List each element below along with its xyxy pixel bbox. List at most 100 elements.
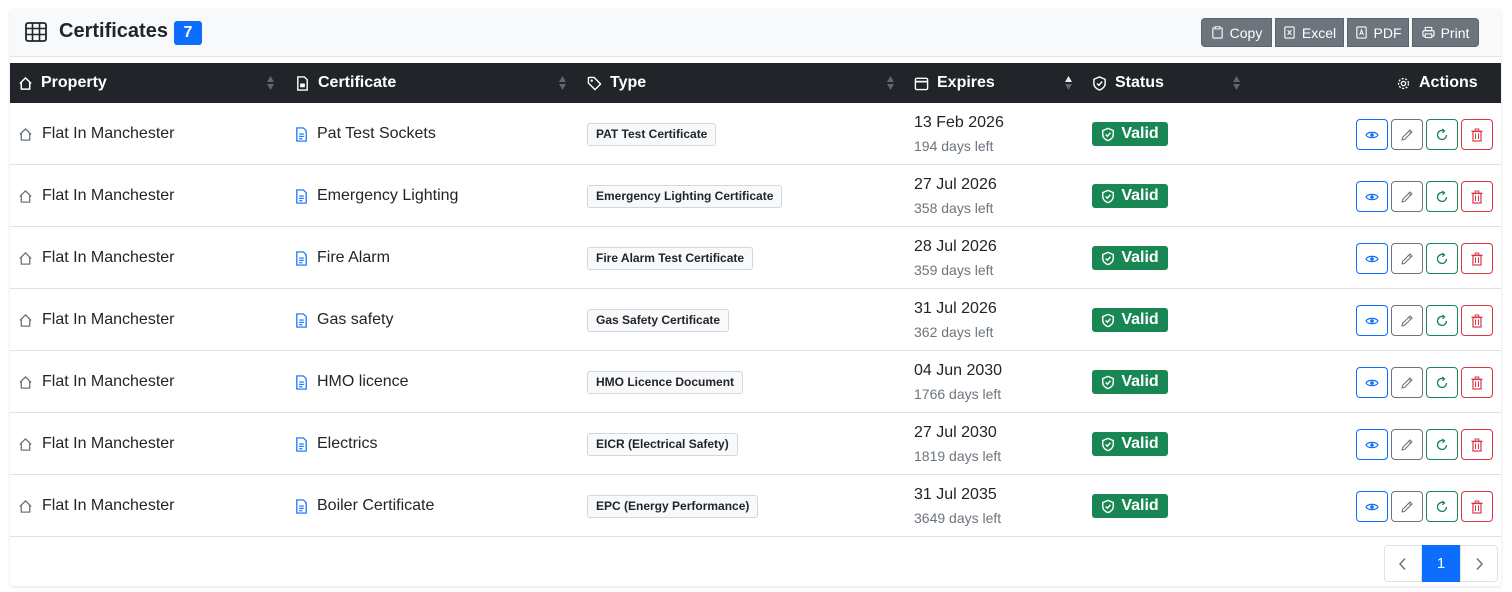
- renew-button[interactable]: [1426, 429, 1458, 460]
- edit-button[interactable]: [1391, 243, 1423, 274]
- view-button[interactable]: [1356, 119, 1388, 150]
- shield-check-icon: [1102, 127, 1115, 141]
- export-button-group: Copy Excel PDF Print: [1201, 18, 1479, 47]
- column-header-expires[interactable]: Expires: [914, 63, 995, 103]
- status-label: Valid: [1121, 187, 1159, 204]
- trash-icon: [1471, 376, 1483, 390]
- pencil-icon: [1401, 500, 1413, 513]
- days-left: 194 days left: [914, 138, 994, 154]
- refresh-icon: [1436, 438, 1448, 450]
- certificate-cell[interactable]: Electrics: [295, 413, 377, 475]
- delete-button[interactable]: [1461, 367, 1493, 398]
- edit-button[interactable]: [1391, 305, 1423, 336]
- certificate-name: Electrics: [317, 435, 378, 452]
- print-button[interactable]: Print: [1412, 18, 1479, 47]
- renew-button[interactable]: [1426, 305, 1458, 336]
- expiry-date: 04 Jun 2030: [914, 362, 1003, 379]
- sort-icon[interactable]: [266, 75, 275, 91]
- next-page-button[interactable]: [1460, 545, 1498, 582]
- property-cell[interactable]: Flat In Manchester: [18, 351, 175, 413]
- renew-button[interactable]: [1426, 491, 1458, 522]
- property-cell[interactable]: Flat In Manchester: [18, 227, 175, 289]
- delete-button[interactable]: [1461, 491, 1493, 522]
- calendar-icon: [914, 77, 929, 90]
- delete-button[interactable]: [1461, 119, 1493, 150]
- column-header-status[interactable]: Status: [1092, 63, 1164, 103]
- table-header: Property Certificate Type Expires Status…: [10, 63, 1501, 103]
- count-badge: 7: [174, 21, 202, 45]
- trash-icon: [1471, 252, 1483, 266]
- status-badge: Valid: [1092, 122, 1168, 146]
- expiry-date: 27 Jul 2030: [914, 424, 997, 441]
- sort-icon[interactable]: [1232, 75, 1241, 91]
- delete-button[interactable]: [1461, 181, 1493, 212]
- page-button-1[interactable]: 1: [1422, 545, 1460, 582]
- table-row: Flat In Manchester Boiler Certificate EPC …: [10, 475, 1501, 537]
- status-badge: Valid: [1092, 308, 1168, 332]
- certificate-cell[interactable]: Boiler Certificate: [295, 475, 434, 537]
- delete-button[interactable]: [1461, 305, 1493, 336]
- days-left: 1766 days left: [914, 386, 1002, 402]
- view-button[interactable]: [1356, 491, 1388, 522]
- certificate-cell[interactable]: Gas safety: [295, 289, 393, 351]
- view-button[interactable]: [1356, 181, 1388, 212]
- edit-button[interactable]: [1391, 367, 1423, 398]
- certificate-cell[interactable]: HMO licence: [295, 351, 409, 413]
- certificate-cell[interactable]: Emergency Lighting: [295, 165, 458, 227]
- edit-button[interactable]: [1391, 181, 1423, 212]
- shield-check-icon: [1102, 375, 1115, 389]
- column-header-certificate[interactable]: Certificate: [295, 63, 396, 103]
- house-icon: [19, 313, 32, 327]
- status-label: Valid: [1121, 311, 1159, 328]
- file-text-icon: [296, 188, 307, 204]
- certificate-cell[interactable]: Pat Test Sockets: [295, 103, 436, 165]
- view-button[interactable]: [1356, 305, 1388, 336]
- status-label: Valid: [1121, 373, 1159, 390]
- property-cell[interactable]: Flat In Manchester: [18, 165, 175, 227]
- renew-button[interactable]: [1426, 367, 1458, 398]
- excel-button[interactable]: Excel: [1275, 18, 1344, 47]
- table-row: Flat In Manchester Electrics EICR (Electri…: [10, 413, 1501, 475]
- pdf-button[interactable]: PDF: [1347, 18, 1409, 47]
- edit-button[interactable]: [1391, 119, 1423, 150]
- previous-page-button[interactable]: [1384, 545, 1422, 582]
- sort-icon[interactable]: [558, 75, 567, 91]
- expiry-date: 28 Jul 2026: [914, 238, 997, 255]
- edit-button[interactable]: [1391, 491, 1423, 522]
- certificates-card: Certificates 7 Copy Excel PDF Print Prop…: [10, 9, 1501, 586]
- renew-button[interactable]: [1426, 243, 1458, 274]
- column-header-property[interactable]: Property: [18, 63, 107, 103]
- refresh-icon: [1436, 190, 1448, 202]
- eye-icon: [1365, 317, 1379, 324]
- renew-button[interactable]: [1426, 119, 1458, 150]
- certificate-cell[interactable]: Fire Alarm: [295, 227, 390, 289]
- sort-icon[interactable]: [886, 75, 895, 91]
- property-cell[interactable]: Flat In Manchester: [18, 413, 175, 475]
- column-header-type[interactable]: Type: [587, 63, 646, 103]
- certificate-name: Fire Alarm: [317, 249, 390, 266]
- renew-button[interactable]: [1426, 181, 1458, 212]
- property-cell[interactable]: Flat In Manchester: [18, 103, 175, 165]
- delete-button[interactable]: [1461, 429, 1493, 460]
- certificate-name: Boiler Certificate: [317, 497, 435, 514]
- days-left: 1819 days left: [914, 448, 1002, 464]
- file-excel-icon: [1284, 26, 1295, 39]
- type-badge: PAT Test Certificate: [587, 123, 717, 146]
- view-button[interactable]: [1356, 243, 1388, 274]
- house-icon: [19, 375, 32, 389]
- copy-button[interactable]: Copy: [1201, 18, 1272, 47]
- chevron-right-icon: [1476, 557, 1484, 570]
- property-cell[interactable]: Flat In Manchester: [18, 475, 175, 537]
- view-button[interactable]: [1356, 429, 1388, 460]
- view-button[interactable]: [1356, 367, 1388, 398]
- pencil-icon: [1401, 190, 1413, 203]
- property-cell[interactable]: Flat In Manchester: [18, 289, 175, 351]
- page-title: Certificates: [59, 20, 168, 42]
- edit-button[interactable]: [1391, 429, 1423, 460]
- refresh-icon: [1436, 252, 1448, 264]
- property-name: Flat In Manchester: [42, 311, 175, 328]
- printer-icon: [1421, 26, 1435, 39]
- days-left: 358 days left: [914, 200, 994, 216]
- delete-button[interactable]: [1461, 243, 1493, 274]
- sort-ascending-icon[interactable]: [1064, 75, 1073, 91]
